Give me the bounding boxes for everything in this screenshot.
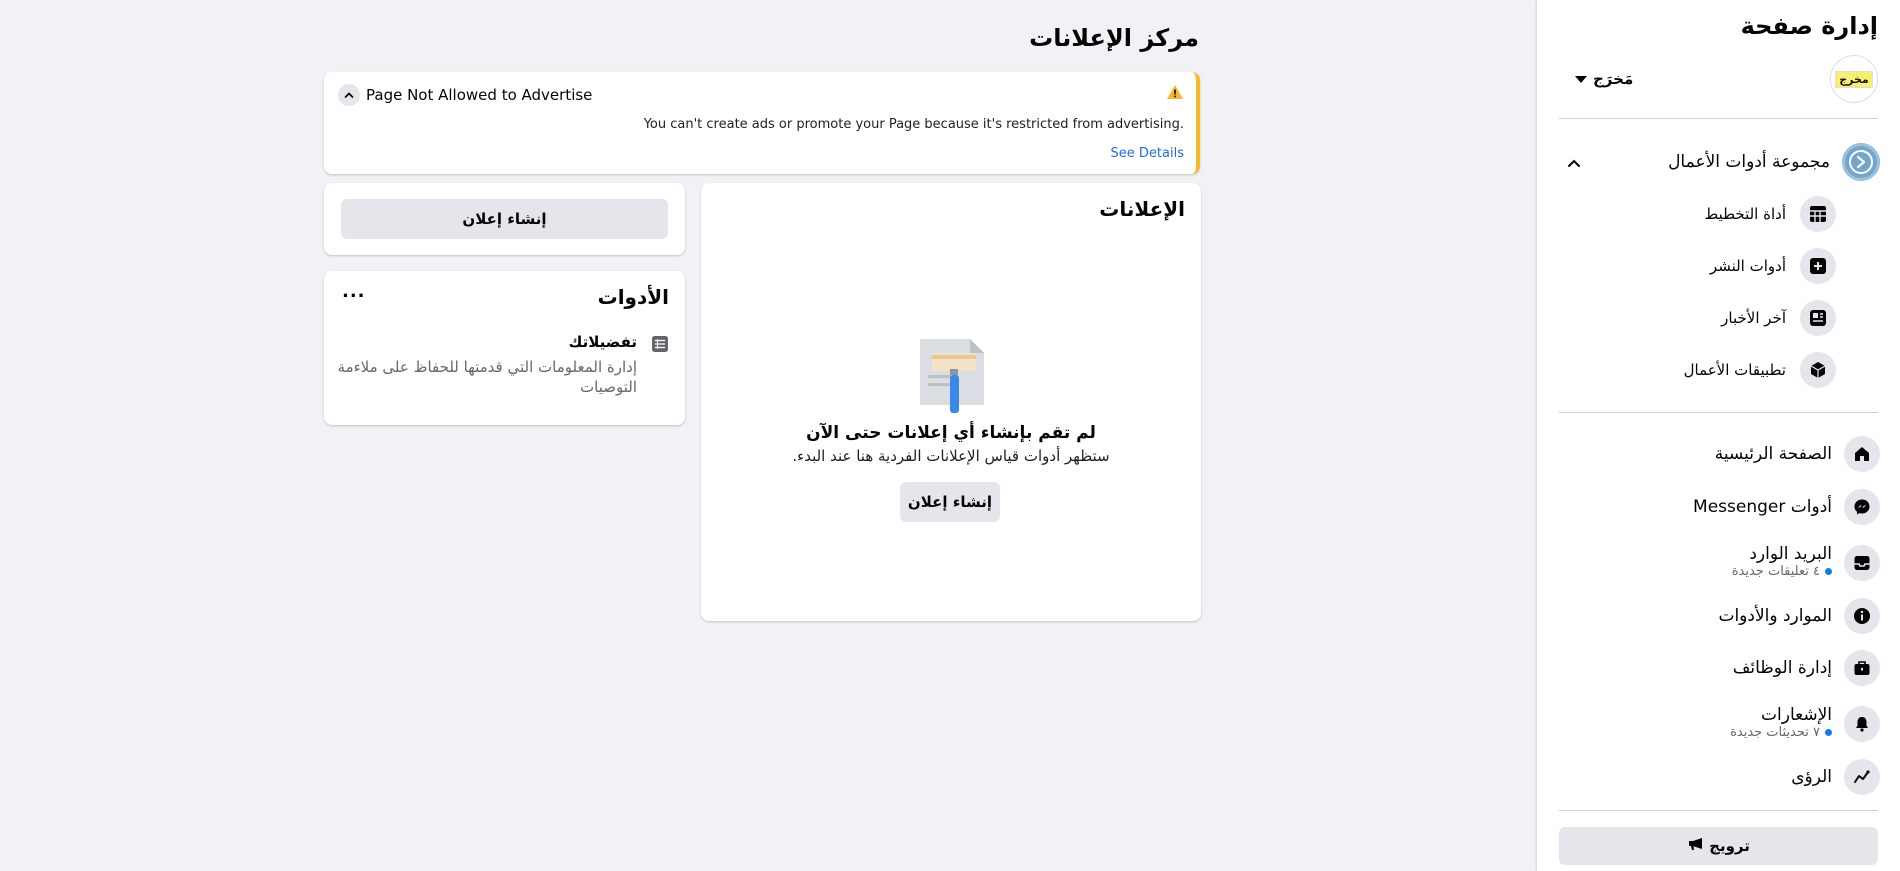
page-title: مركز الإعلانات (1029, 24, 1199, 52)
sidebar-item-label: تطبيقات الأعمال (1683, 361, 1786, 379)
collapse-chevron-icon[interactable] (338, 84, 360, 106)
business-tools-label: مجموعة أدوات الأعمال (1668, 152, 1830, 172)
empty-ads-subtitle: ستظهر أدوات قياس الإعلانات الفردية هنا ع… (792, 447, 1110, 465)
megaphone-icon (1687, 837, 1703, 855)
sidebar-item-resources-tools[interactable]: الموارد والأدوات (1559, 598, 1880, 634)
table-grid-icon (1800, 196, 1836, 232)
sidebar-item-label: الصفحة الرئيسية (1714, 444, 1832, 464)
sidebar-title: إدارة صفحة (1740, 12, 1878, 40)
warning-icon (1166, 84, 1184, 104)
info-icon (1844, 598, 1880, 634)
page-name-dropdown[interactable]: مَخرَج (1575, 70, 1633, 88)
page-avatar: مخرج (1830, 55, 1878, 103)
bell-icon (1844, 706, 1880, 742)
tools-card-title: الأدوات (597, 285, 669, 309)
ads-card: الإعلانات لم تقم بإنشاء أي إعلانات حتى ا… (701, 183, 1201, 621)
inbox-new-count: ٤ تعليقات جديدة (1732, 564, 1832, 579)
messenger-icon (1844, 489, 1880, 525)
sidebar-item-label: البريد الوارد (1749, 543, 1832, 564)
briefcase-icon (1844, 650, 1880, 686)
sidebar-item-label: الإشعارات (1761, 704, 1832, 725)
sidebar-item-label: أدوات النشر (1709, 257, 1786, 275)
business-tools-group-header[interactable]: مجموعة أدوات الأعمال (1561, 142, 1880, 182)
sidebar-item-news-feed[interactable]: آخر الأخبار (1721, 298, 1836, 338)
sidebar-item-notifications[interactable]: الإشعارات ٧ تحديثات جديدة (1559, 702, 1880, 742)
promote-button[interactable]: ترويج (1559, 827, 1878, 865)
sidebar-item-messenger-tools[interactable]: أدوات Messenger (1559, 489, 1880, 525)
sidebar-item-home[interactable]: الصفحة الرئيسية (1559, 436, 1880, 472)
insights-chart-icon (1844, 759, 1880, 795)
chevron-up-icon[interactable] (1567, 153, 1581, 172)
notifications-new-count: ٧ تحديثات جديدة (1730, 725, 1832, 740)
alert-title: Page Not Allowed to Advertise (366, 86, 593, 104)
promote-label: ترويج (1709, 837, 1750, 855)
sidebar-item-inbox[interactable]: البريد الوارد ٤ تعليقات جديدة (1559, 541, 1880, 581)
sidebar-item-jobs[interactable]: إدارة الوظائف (1559, 650, 1880, 686)
sidebar-item-label: إدارة الوظائف (1732, 658, 1832, 678)
create-ad-card: إنشاء إعلان (324, 183, 685, 255)
preferences-list-icon (651, 335, 669, 357)
sidebar-item-label: الرؤى (1791, 767, 1832, 787)
sidebar-item-label: أدوات Messenger (1693, 497, 1832, 517)
caret-down-icon (1575, 75, 1587, 83)
news-feed-icon (1800, 300, 1836, 336)
sidebar-item-insights[interactable]: الرؤى (1559, 759, 1880, 795)
page-switcher[interactable]: مخرج مَخرَج (1559, 55, 1878, 103)
ads-card-title: الإعلانات (1099, 197, 1185, 221)
empty-ads-title: لم تقم بإنشاء أي إعلانات حتى الآن (806, 423, 1096, 443)
sidebar-item-planner[interactable]: أداة التخطيط (1704, 194, 1836, 234)
tools-card: الأدوات ... تفضيلاتك إدارة المعلومات الت… (324, 271, 685, 425)
avatar-logo-text: مخرج (1835, 70, 1873, 88)
sidebar-item-business-apps[interactable]: تطبيقات الأعمال (1684, 350, 1836, 390)
see-details-link[interactable]: See Details (1111, 146, 1184, 161)
sidebar-item-publishing-tools[interactable]: أدوات النشر (1710, 246, 1836, 286)
page-name: مَخرَج (1593, 70, 1634, 88)
business-suite-icon (1842, 143, 1880, 181)
sidebar-divider (1559, 810, 1878, 811)
sidebar-item-label: آخر الأخبار (1721, 309, 1786, 327)
more-options-icon[interactable]: ... (342, 281, 366, 302)
preferences-description: إدارة المعلومات التي قدمتها للحفاظ على م… (337, 358, 637, 396)
sidebar-item-label: أداة التخطيط (1704, 205, 1786, 223)
inbox-subtitle: ٤ تعليقات جديدة (1731, 563, 1820, 579)
home-icon (1844, 436, 1880, 472)
alert-message: You can't create ads or promote your Pag… (643, 117, 1184, 132)
publish-add-icon (1800, 248, 1836, 284)
ads-center-root: إدارة صفحة مخرج مَخرَج مجموعة أدوات الأع… (0, 0, 1900, 871)
inbox-icon (1844, 545, 1880, 581)
create-ad-button[interactable]: إنشاء إعلان (900, 482, 1000, 522)
preferences-title[interactable]: تفضيلاتك (569, 333, 637, 351)
manage-page-sidebar: إدارة صفحة مخرج مَخرَج مجموعة أدوات الأع… (1536, 0, 1900, 871)
sidebar-item-label: الموارد والأدوات (1718, 606, 1832, 626)
notifications-subtitle: ٧ تحديثات جديدة (1730, 724, 1820, 740)
unread-dot-icon (1825, 567, 1832, 575)
restriction-alert: Page Not Allowed to Advertise You can't … (324, 72, 1200, 174)
unread-dot-icon (1825, 728, 1832, 736)
cube-icon (1800, 352, 1836, 388)
empty-ads-illustration-icon (914, 335, 986, 419)
sidebar-divider (1559, 412, 1878, 413)
create-ad-button[interactable]: إنشاء إعلان (341, 199, 668, 239)
sidebar-divider (1559, 118, 1878, 119)
